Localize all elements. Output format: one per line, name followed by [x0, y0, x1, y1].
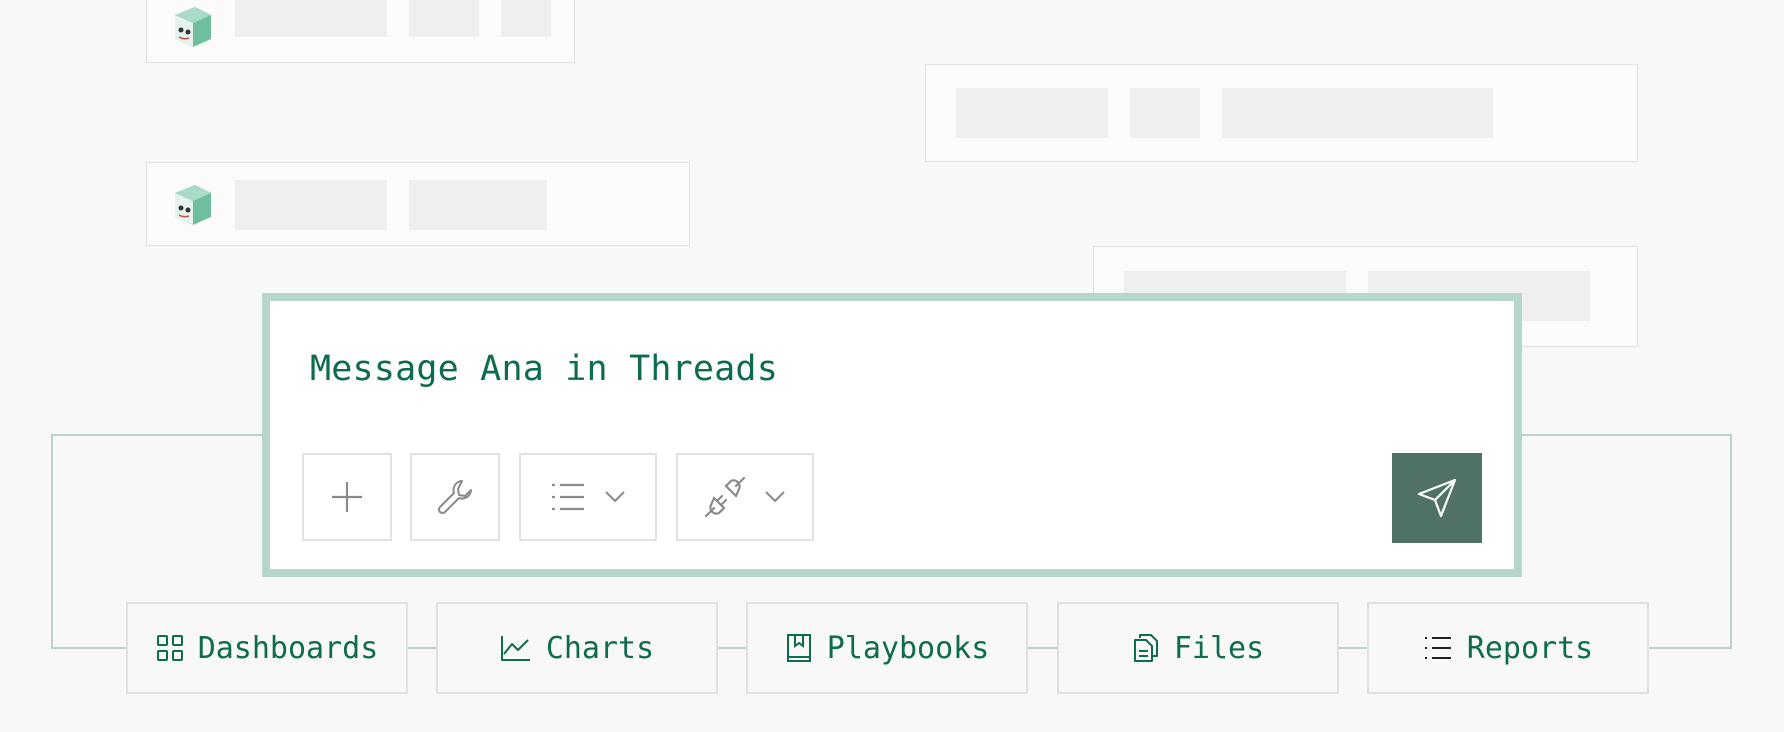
- files-icon: [1133, 634, 1158, 662]
- line-chart-icon: [500, 636, 530, 661]
- send-button[interactable]: [1392, 453, 1482, 543]
- list-icon: [552, 483, 584, 511]
- message-composer[interactable]: Message Ana in Threads: [262, 293, 1522, 577]
- message-card-1: [146, 0, 575, 63]
- book-icon: [786, 634, 811, 662]
- plugins-dropdown[interactable]: [676, 453, 814, 541]
- message-card-2: [925, 64, 1638, 162]
- chevron-down-icon: [765, 491, 785, 503]
- nav-dashboards[interactable]: Dashboards: [126, 602, 408, 694]
- message-card-3: [146, 162, 690, 246]
- skeleton-line: [501, 0, 551, 37]
- nav-label: Playbooks: [826, 630, 990, 666]
- skeleton-line: [409, 180, 547, 230]
- nav-reports[interactable]: Reports: [1367, 602, 1649, 694]
- plug-icon: [704, 476, 746, 518]
- nav-label: Reports: [1466, 630, 1594, 666]
- composer-placeholder[interactable]: Message Ana in Threads: [310, 349, 778, 389]
- send-icon: [1417, 478, 1457, 518]
- tools-button[interactable]: [410, 453, 500, 541]
- nav-charts[interactable]: Charts: [436, 602, 718, 694]
- skeleton-line: [1130, 88, 1200, 138]
- skeleton-line: [956, 88, 1108, 138]
- add-button[interactable]: [302, 453, 392, 541]
- bot-avatar: [175, 185, 211, 225]
- grid-icon: [156, 635, 183, 661]
- wrench-icon: [437, 480, 472, 515]
- nav-label: Dashboards: [197, 630, 379, 666]
- nav-label: Charts: [545, 630, 655, 666]
- plus-icon: [332, 482, 362, 512]
- skeleton-line: [235, 180, 387, 230]
- nav-playbooks[interactable]: Playbooks: [746, 602, 1028, 694]
- skeleton-line: [1222, 88, 1493, 138]
- skeleton-line: [409, 0, 479, 37]
- nav-files[interactable]: Files: [1057, 602, 1339, 694]
- bot-avatar: [175, 7, 211, 47]
- format-dropdown[interactable]: [519, 453, 657, 541]
- nav-label: Files: [1173, 630, 1265, 666]
- list-icon: [1424, 637, 1451, 659]
- skeleton-line: [235, 0, 387, 37]
- chevron-down-icon: [605, 491, 625, 503]
